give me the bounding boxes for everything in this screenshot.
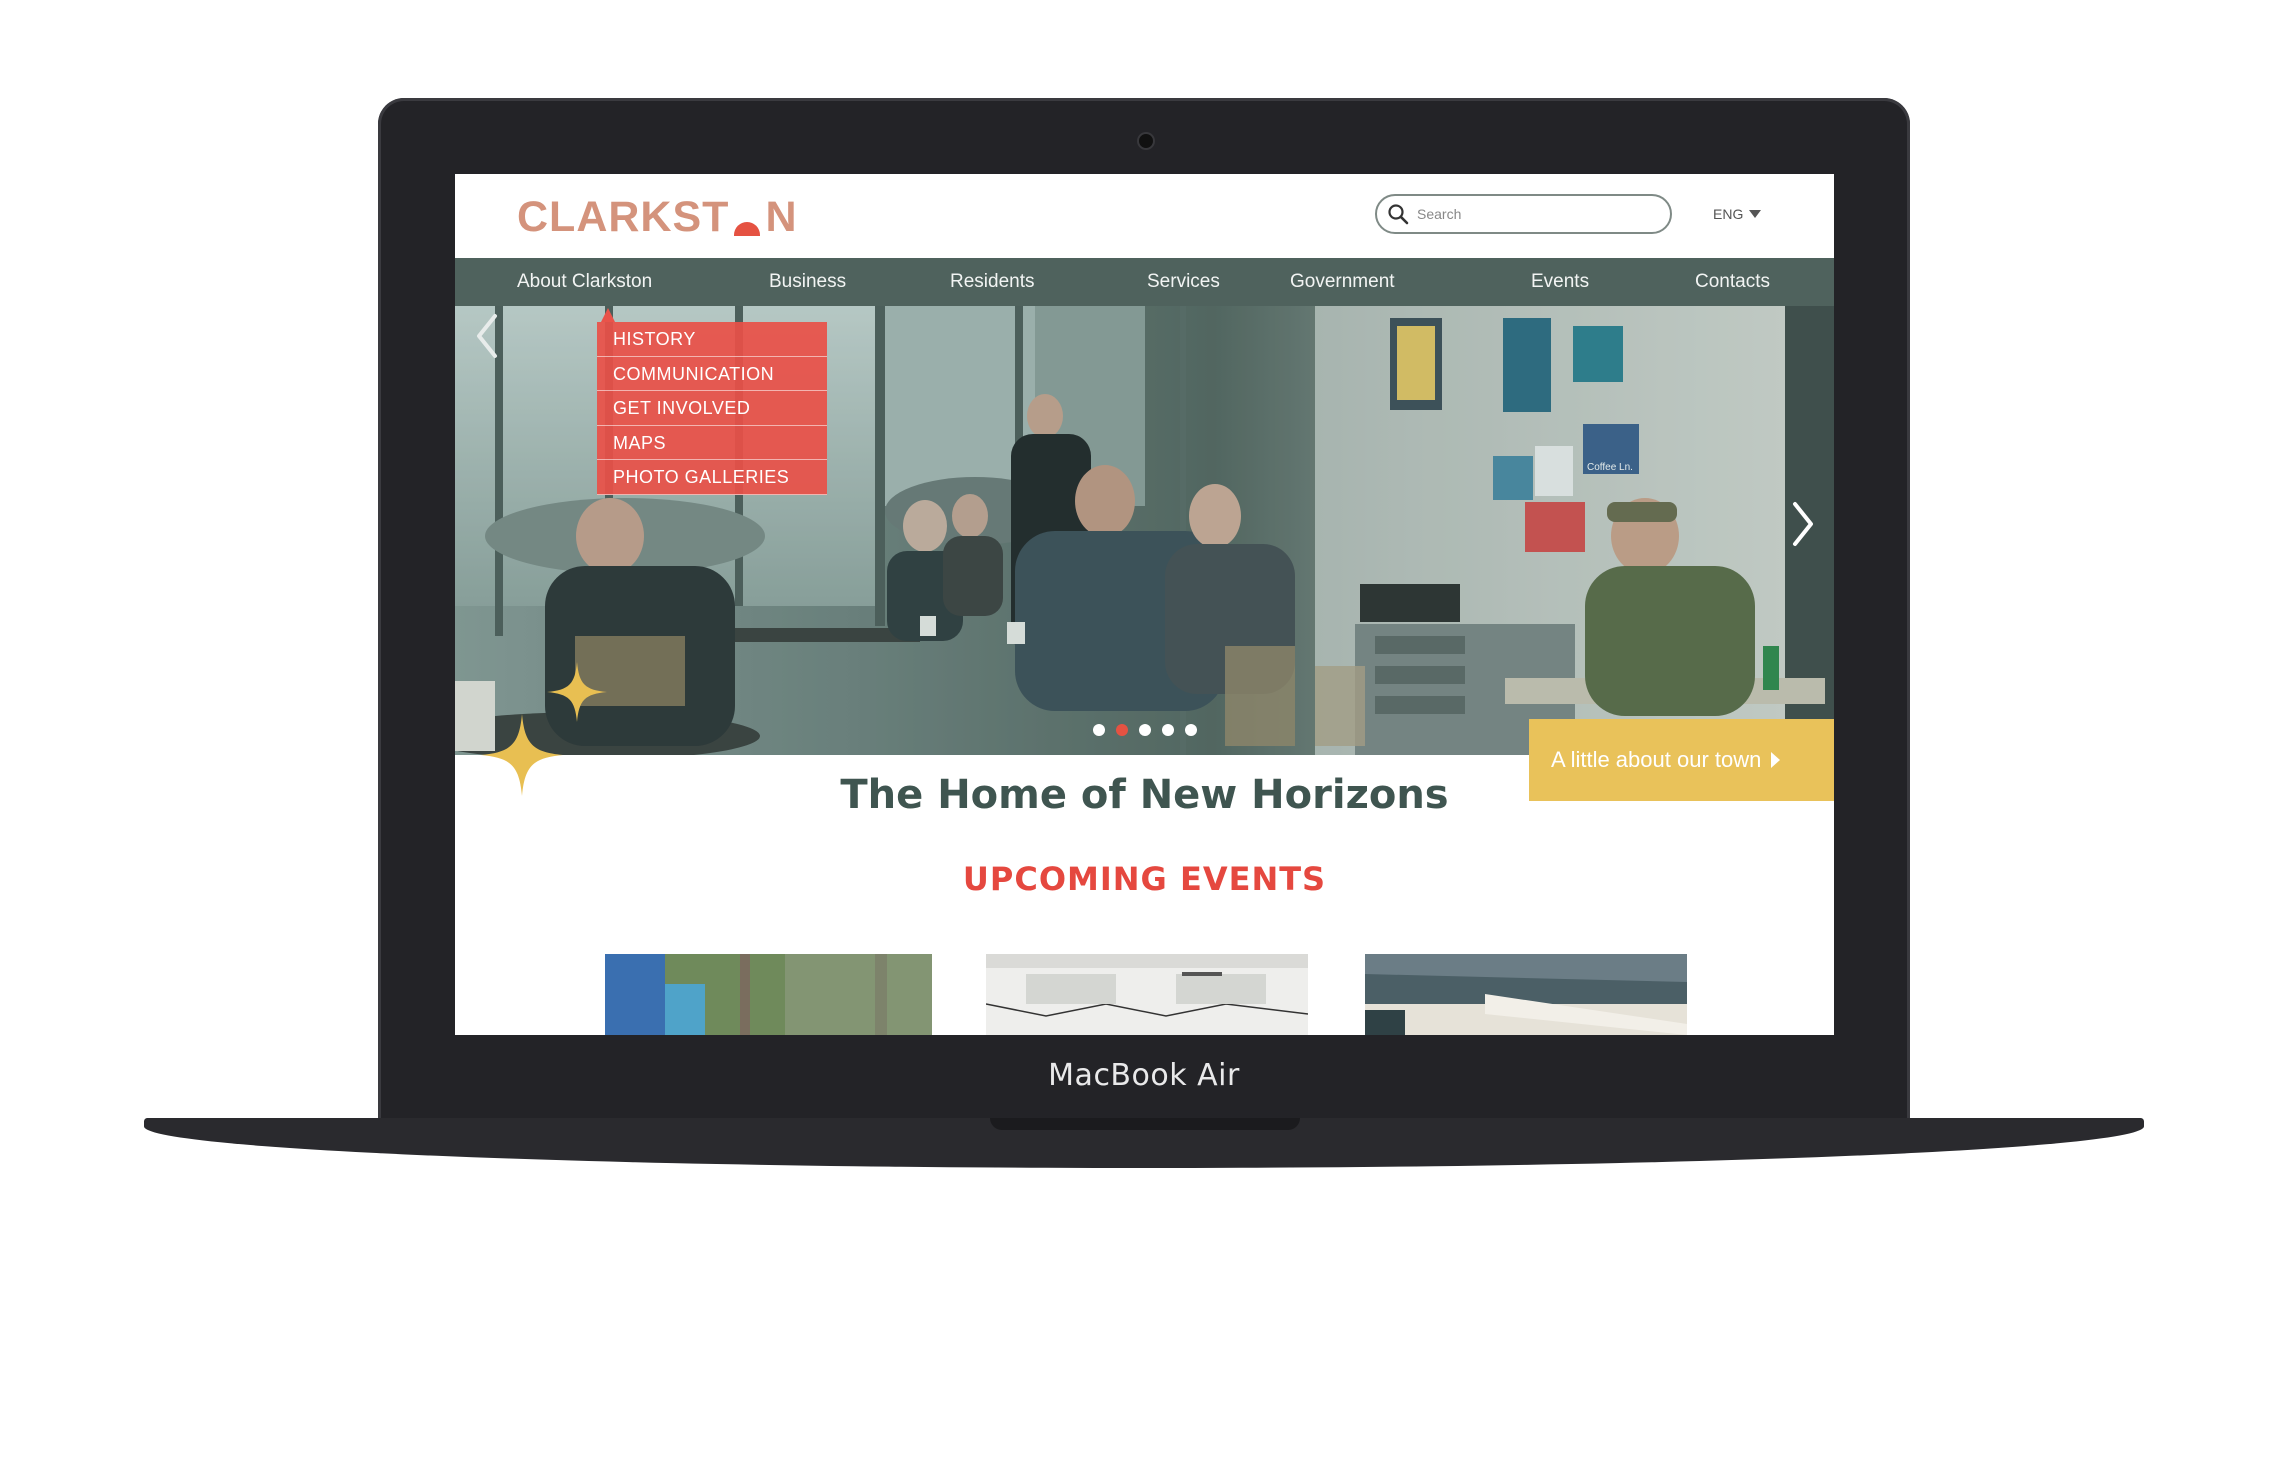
dropdown-item-photo-galleries[interactable]: PHOTO GALLERIES [597, 460, 827, 495]
carousel-dot[interactable] [1185, 724, 1197, 736]
dropdown-item-communication[interactable]: COMMUNICATION [597, 356, 827, 392]
dropdown-item-get-involved[interactable]: GET INVOLVED [597, 391, 827, 426]
events-heading: UPCOMING EVENTS [962, 860, 1327, 898]
carousel-dot-active[interactable] [1116, 724, 1128, 736]
about-dropdown-menu: HISTORY COMMUNICATION GET INVOLVED MAPS … [597, 322, 827, 495]
sparkle-icon [547, 662, 607, 722]
dropdown-pointer [601, 308, 615, 322]
nav-item-events[interactable]: Events [1531, 258, 1589, 306]
event-card[interactable] [605, 954, 932, 1035]
event-card[interactable] [1365, 954, 1687, 1035]
about-town-label: A little about our town [1551, 747, 1762, 772]
event-thumbnail [605, 954, 932, 1035]
search-icon [1388, 204, 1409, 225]
carousel-next-icon[interactable] [1783, 494, 1823, 554]
chevron-down-icon [1749, 210, 1762, 218]
laptop-notch [990, 1118, 1300, 1130]
nav-item-services[interactable]: Services [1147, 258, 1220, 306]
logo-text-after: N [765, 193, 798, 241]
page-tagline: The Home of New Horizons [840, 772, 1449, 818]
play-arrow-icon [1771, 752, 1781, 768]
camera-icon [1139, 134, 1153, 148]
carousel-prev-icon[interactable] [467, 306, 507, 366]
site-logo[interactable]: CLARKST N [517, 192, 798, 242]
device-brand-label: MacBook Air [1048, 1058, 1240, 1093]
nav-item-business[interactable]: Business [769, 258, 846, 306]
dropdown-item-maps[interactable]: MAPS [597, 425, 827, 461]
event-thumbnail [1365, 954, 1687, 1035]
carousel-dot[interactable] [1162, 724, 1174, 736]
language-label: ENG [1713, 206, 1744, 222]
nav-item-residents[interactable]: Residents [950, 258, 1035, 306]
browser-screen: CLARKST N ENG About Clarkston Business R… [455, 174, 1834, 1035]
carousel-dots [1093, 724, 1197, 736]
carousel-dot[interactable] [1139, 724, 1151, 736]
search-input[interactable] [1417, 206, 1657, 222]
nav-item-about[interactable]: About Clarkston [517, 258, 652, 306]
language-select[interactable]: ENG [1713, 206, 1762, 222]
site-header: CLARKST N ENG [455, 174, 1834, 258]
logo-text-before: CLARKST [517, 193, 730, 241]
event-card[interactable] [986, 954, 1308, 1035]
search-box[interactable] [1375, 194, 1672, 234]
nav-item-contacts[interactable]: Contacts [1695, 258, 1770, 306]
event-thumbnail [986, 954, 1308, 1035]
sunrise-icon [731, 204, 763, 236]
nav-item-government[interactable]: Government [1290, 258, 1395, 306]
carousel-dot[interactable] [1093, 724, 1105, 736]
dropdown-item-history[interactable]: HISTORY [597, 322, 827, 357]
main-nav: About Clarkston Business Residents Servi… [455, 258, 1834, 306]
